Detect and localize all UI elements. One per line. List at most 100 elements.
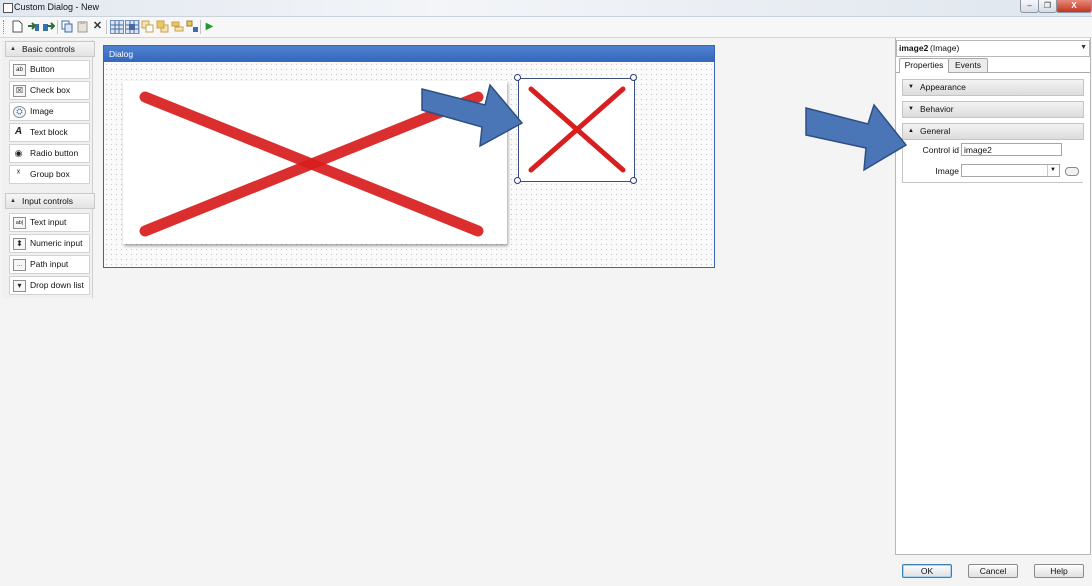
- broken-image-icon: [528, 86, 626, 173]
- tool-text-block[interactable]: A Text block: [9, 123, 90, 142]
- tool-label: Button: [30, 64, 55, 74]
- delete-icon[interactable]: ✕: [91, 20, 104, 33]
- properties-panel: image2 (Image) ▼ Properties Events ▼ App…: [895, 38, 1091, 555]
- close-button[interactable]: X: [1056, 0, 1092, 13]
- collapse-icon: ▲: [10, 46, 16, 52]
- section-behavior[interactable]: ▼ Behavior: [902, 101, 1084, 118]
- collapse-icon: ▲: [908, 128, 914, 134]
- control-id-label: Control id: [922, 145, 959, 155]
- tool-numeric-input[interactable]: ⬍ Numeric input: [9, 234, 90, 253]
- tool-radio-button[interactable]: ◉ Radio button: [9, 144, 90, 163]
- cancel-button[interactable]: Cancel: [968, 564, 1018, 578]
- annotation-arrow: [805, 103, 908, 172]
- text-input-icon: ab|: [13, 217, 26, 229]
- general-section-body: Control id image2 Image ▼: [902, 138, 1083, 183]
- check-box-icon: ☒: [13, 85, 26, 97]
- tool-image[interactable]: ⛭ Image: [9, 102, 90, 121]
- section-label: Behavior: [920, 104, 954, 114]
- collapse-icon: ▲: [10, 198, 16, 204]
- object-selector[interactable]: image2 (Image) ▼: [896, 40, 1090, 57]
- selected-object-name: image2: [899, 43, 929, 53]
- group-label: Input controls: [22, 196, 74, 206]
- dialog-canvas[interactable]: [104, 62, 714, 267]
- run-preview-icon[interactable]: ▶: [203, 20, 216, 33]
- new-document-icon[interactable]: [11, 20, 24, 33]
- basic-controls-header[interactable]: ▲ Basic controls: [5, 41, 95, 57]
- toolbar-separator: [139, 20, 140, 34]
- image-icon: ⛭: [13, 106, 26, 118]
- toolbar-separator: [200, 20, 201, 34]
- toolbar-separator: [106, 20, 107, 34]
- resize-handle-top-left[interactable]: [514, 74, 521, 81]
- tab-properties[interactable]: Properties: [899, 58, 949, 73]
- tool-path-input[interactable]: ... Path input: [9, 255, 90, 274]
- browse-button[interactable]: [1065, 167, 1079, 176]
- numeric-input-icon: ⬍: [13, 238, 26, 250]
- path-input-icon: ...: [13, 259, 26, 271]
- resize-handle-bottom-right[interactable]: [630, 177, 637, 184]
- title-bar: Custom Dialog - New – ❐ X: [0, 0, 1092, 17]
- toolbar-grip: [3, 20, 6, 34]
- radio-button-icon: ◉: [14, 148, 23, 158]
- image-control-2-selected[interactable]: [518, 78, 635, 182]
- tool-label: Radio button: [30, 148, 79, 158]
- tool-label: Text block: [30, 127, 68, 137]
- expand-icon: ▼: [908, 106, 914, 112]
- align-icon[interactable]: [171, 20, 184, 33]
- image-select[interactable]: ▼: [961, 164, 1060, 177]
- tool-button[interactable]: ab Button: [9, 60, 90, 79]
- dialog-title-bar: Dialog: [104, 46, 714, 62]
- chevron-down-icon[interactable]: ▼: [1047, 165, 1058, 176]
- group-icon[interactable]: [186, 20, 199, 33]
- section-appearance[interactable]: ▼ Appearance: [902, 79, 1084, 96]
- toolbox-panel: ▲ Basic controls ab Button ☒ Check box ⛭…: [2, 40, 95, 298]
- tab-events[interactable]: Events: [948, 58, 988, 72]
- tool-drop-down-list[interactable]: ▾ Drop down list: [9, 276, 90, 295]
- control-id-field[interactable]: image2: [961, 143, 1062, 156]
- tool-text-input[interactable]: ab| Text input: [9, 213, 90, 232]
- section-label: Appearance: [920, 82, 966, 92]
- tool-label: Image: [30, 106, 54, 116]
- bring-forward-icon[interactable]: [141, 20, 154, 33]
- expand-icon: ▼: [908, 84, 914, 90]
- tool-label: Path input: [30, 259, 69, 269]
- resize-handle-top-right[interactable]: [630, 74, 637, 81]
- restore-button[interactable]: ❐: [1038, 0, 1057, 13]
- broken-image-icon: [139, 91, 484, 237]
- tool-label: Numeric input: [30, 238, 83, 248]
- resize-handle-bottom-left[interactable]: [514, 177, 521, 184]
- export-icon[interactable]: [42, 20, 56, 33]
- import-icon[interactable]: [27, 20, 40, 33]
- paste-icon[interactable]: [76, 20, 89, 33]
- text-block-icon: A: [14, 126, 23, 137]
- send-backward-icon[interactable]: [156, 20, 169, 33]
- tool-label: Drop down list: [30, 280, 84, 290]
- button-icon: ab: [13, 64, 26, 76]
- help-button[interactable]: Help: [1034, 564, 1084, 578]
- image-label: Image: [935, 166, 959, 176]
- image-control-1[interactable]: [123, 81, 507, 244]
- dialog-designer: Dialog: [103, 45, 715, 268]
- minimize-button[interactable]: –: [1020, 0, 1039, 13]
- copy-icon[interactable]: [61, 20, 74, 33]
- tool-label: Text input: [30, 217, 67, 227]
- toolbar: ✕ ▶: [0, 17, 1092, 38]
- tool-label: Group box: [30, 169, 70, 179]
- tool-label: Check box: [30, 85, 71, 95]
- ok-button[interactable]: OK: [902, 564, 952, 578]
- toolbar-separator: [57, 20, 58, 34]
- dialog-title: Dialog: [109, 49, 134, 59]
- group-label: Basic controls: [22, 44, 75, 54]
- snap-to-grid-icon[interactable]: [125, 20, 139, 34]
- drop-down-list-icon: ▾: [13, 280, 26, 292]
- chevron-down-icon[interactable]: ▼: [1080, 44, 1087, 51]
- app-icon: [3, 3, 13, 13]
- window-title: Custom Dialog - New: [14, 2, 100, 12]
- tool-group-box[interactable]: ˣ Group box: [9, 165, 90, 184]
- section-label: General: [920, 126, 951, 136]
- group-box-icon: ˣ: [16, 168, 21, 179]
- selected-object-type: (Image): [930, 43, 960, 53]
- input-controls-header[interactable]: ▲ Input controls: [5, 193, 95, 209]
- tool-check-box[interactable]: ☒ Check box: [9, 81, 90, 100]
- show-grid-icon[interactable]: [110, 20, 124, 34]
